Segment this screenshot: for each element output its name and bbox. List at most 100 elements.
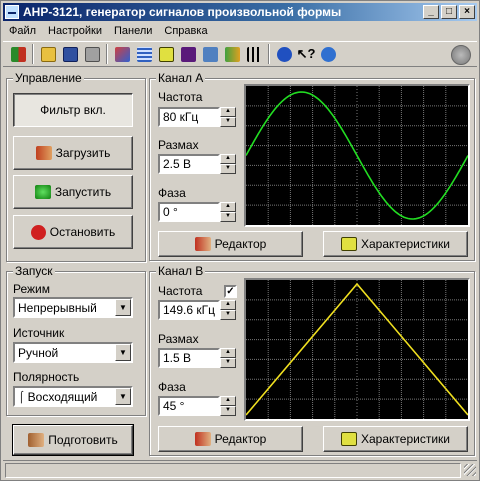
refresh-icon[interactable] (451, 45, 471, 65)
channel-a-amp-value[interactable]: 2.5 В (158, 154, 220, 174)
source-select[interactable]: Ручной ▼ (13, 342, 133, 363)
channel-b-amp-input[interactable]: 1.5 В ▲ ▼ (158, 348, 236, 368)
context-help-icon: ↖? (296, 46, 316, 61)
prepare-button[interactable]: Подготовить (12, 424, 134, 456)
app-window: АНР-3121, генератор сигналов произвольно… (0, 0, 480, 481)
channel-b-phase-input[interactable]: 45 ° ▲ ▼ (158, 396, 236, 416)
menu-settings[interactable]: Настройки (42, 25, 108, 37)
waveform-button[interactable] (111, 43, 133, 65)
channel-b-amp-label: Размах (158, 332, 199, 346)
channel-a-amp-label: Размах (158, 138, 199, 152)
table-button[interactable] (133, 43, 155, 65)
characteristics-icon (341, 432, 357, 446)
channel-b-amp-spinner[interactable]: ▲ ▼ (220, 348, 236, 368)
channel-b-amp-value[interactable]: 1.5 В (158, 348, 220, 368)
channel-a-phase-label: Фаза (158, 186, 186, 200)
source-label: Источник (13, 326, 65, 340)
channel-a-freq-value[interactable]: 80 кГц (158, 107, 220, 127)
channel-b-phase-value[interactable]: 45 ° (158, 396, 220, 416)
channel-b-freq-input[interactable]: 149.6 кГц ▲ ▼ (158, 300, 236, 320)
help-button[interactable] (273, 43, 295, 65)
polarity-label: Полярность (13, 370, 80, 384)
spin-up-icon[interactable]: ▲ (220, 300, 236, 310)
channel-b-freq-spinner[interactable]: ▲ ▼ (220, 300, 236, 320)
save-icon (62, 46, 78, 62)
load-icon (35, 146, 52, 160)
channel-b-freq-value[interactable]: 149.6 кГц (158, 300, 220, 320)
save-button[interactable] (59, 43, 81, 65)
menu-help[interactable]: Справка (158, 25, 213, 37)
spin-up-icon[interactable]: ▲ (220, 396, 236, 406)
channel-a-characteristics-button[interactable]: Характеристики (323, 231, 468, 257)
control-group-title: Управление (13, 71, 84, 85)
close-button[interactable]: × (459, 5, 475, 19)
channel-a-amp-input[interactable]: 2.5 В ▲ ▼ (158, 154, 236, 174)
channel-b-editor-button[interactable]: Редактор (158, 426, 303, 452)
polarity-select[interactable]: ⌠ Восходящий ▼ (13, 386, 133, 407)
menu-file[interactable]: Файл (3, 25, 42, 37)
characteristics-button[interactable] (155, 43, 177, 65)
channel-a-freq-spinner[interactable]: ▲ ▼ (220, 107, 236, 127)
prepare-icon (28, 433, 45, 447)
channel-a-waveform-plot (245, 86, 469, 225)
channel-b-phase-spinner[interactable]: ▲ ▼ (220, 396, 236, 416)
mode-value: Непрерывный (18, 300, 97, 315)
channel-a-editor-label: Редактор (214, 237, 267, 251)
spin-up-icon[interactable]: ▲ (220, 107, 236, 117)
source-value: Ручной (18, 345, 59, 360)
characteristics-icon (341, 237, 357, 251)
spectrum-button[interactable] (177, 43, 199, 65)
channel-b-freq-checkbox[interactable]: ✓ (224, 285, 237, 298)
spin-down-icon[interactable]: ▼ (220, 212, 236, 222)
spectrum-icon (180, 46, 196, 62)
spin-down-icon[interactable]: ▼ (220, 164, 236, 174)
channel-a-freq-input[interactable]: 80 кГц ▲ ▼ (158, 107, 236, 127)
start-button[interactable]: Запустить (13, 175, 133, 209)
polarity-value: Восходящий (27, 389, 98, 404)
minimize-button[interactable]: _ (423, 5, 439, 19)
toolbar-separator (32, 44, 34, 64)
menu-bar: Файл Настройки Панели Справка (3, 22, 477, 40)
open-folder-icon (40, 46, 56, 62)
chevron-down-icon[interactable]: ▼ (115, 299, 131, 316)
spin-down-icon[interactable]: ▼ (220, 358, 236, 368)
open-button[interactable] (37, 43, 59, 65)
spin-up-icon[interactable]: ▲ (220, 202, 236, 212)
pulse-button[interactable] (243, 43, 265, 65)
spin-down-icon[interactable]: ▼ (220, 310, 236, 320)
menu-panels[interactable]: Панели (108, 25, 158, 37)
mode-select[interactable]: Непрерывный ▼ (13, 297, 133, 318)
settings-button[interactable] (199, 43, 221, 65)
channel-a-amp-spinner[interactable]: ▲ ▼ (220, 154, 236, 174)
maximize-button[interactable]: □ (441, 5, 457, 19)
prepare-label: Подготовить (48, 433, 118, 447)
channel-a-editor-button[interactable]: Редактор (158, 231, 303, 257)
resize-grip-icon[interactable] (464, 464, 476, 476)
spin-up-icon[interactable]: ▲ (220, 348, 236, 358)
waveform-icon (114, 46, 130, 62)
info-button[interactable] (317, 43, 339, 65)
exit-button[interactable] (7, 43, 29, 65)
chevron-down-icon[interactable]: ▼ (115, 344, 131, 361)
channel-b-characteristics-button[interactable]: Характеристики (323, 426, 468, 452)
stop-button[interactable]: Остановить (13, 215, 133, 249)
export-button[interactable] (221, 43, 243, 65)
spin-down-icon[interactable]: ▼ (220, 117, 236, 127)
editor-icon (194, 237, 211, 251)
channel-a-scope (244, 84, 470, 227)
channel-a-phase-input[interactable]: 0 ° ▲ ▼ (158, 202, 236, 222)
filter-toggle-button[interactable]: Фильтр вкл. (13, 93, 133, 127)
print-icon (84, 46, 100, 62)
chevron-down-icon[interactable]: ▼ (115, 388, 131, 405)
window-controls: _ □ × (423, 5, 475, 19)
load-button[interactable]: Загрузить (13, 136, 133, 170)
context-help-button[interactable]: ↖? (295, 43, 317, 65)
print-button[interactable] (81, 43, 103, 65)
spin-down-icon[interactable]: ▼ (220, 406, 236, 416)
channel-a-phase-spinner[interactable]: ▲ ▼ (220, 202, 236, 222)
channel-a-phase-value[interactable]: 0 ° (158, 202, 220, 222)
status-bar (3, 460, 477, 479)
spin-up-icon[interactable]: ▲ (220, 154, 236, 164)
load-label: Загрузить (55, 146, 111, 160)
channel-b-scope (244, 278, 470, 421)
